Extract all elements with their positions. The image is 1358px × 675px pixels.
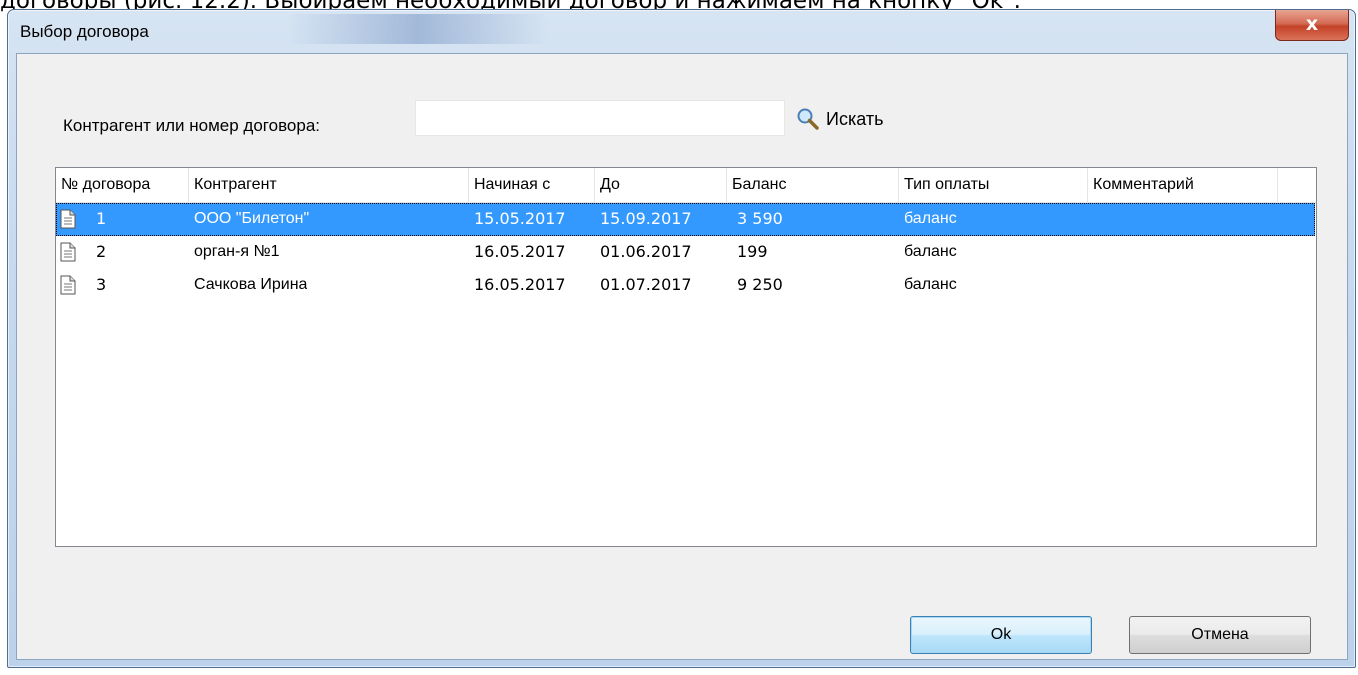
cell-balance: 3 590 xyxy=(737,209,783,228)
document-icon xyxy=(60,209,76,229)
table-row[interactable]: 1 ООО "Билетон" 15.05.2017 15.09.2017 3 … xyxy=(56,203,1315,236)
title-bar[interactable]: Выбор договора x xyxy=(8,10,1355,53)
cell-payment-type: баланс xyxy=(904,210,957,227)
cell-start-date: 16.05.2017 xyxy=(474,275,566,294)
column-header-end[interactable]: До xyxy=(595,168,727,202)
search-button-label: Искать xyxy=(826,108,884,129)
search-input[interactable] xyxy=(415,100,785,136)
cell-payment-type: баланс xyxy=(904,243,957,260)
column-header-balance[interactable]: Баланс xyxy=(727,168,899,202)
cell-payment-type: баланс xyxy=(904,276,957,293)
table-row[interactable]: 2 орган-я №1 16.05.2017 01.06.2017 199 б… xyxy=(56,236,1315,269)
cell-contractor: Сачкова Ирина xyxy=(194,276,308,293)
search-button[interactable]: Искать xyxy=(796,106,883,132)
cell-balance: 199 xyxy=(737,242,768,261)
cell-contractor: орган-я №1 xyxy=(194,243,280,260)
cell-end-date: 15.09.2017 xyxy=(600,209,692,228)
table-row[interactable]: 3 Сачкова Ирина 16.05.2017 01.07.2017 9 … xyxy=(56,269,1315,302)
cell-number: 3 xyxy=(96,275,107,294)
column-header-payment-type[interactable]: Тип оплаты xyxy=(899,168,1088,202)
cancel-button[interactable]: Отмена xyxy=(1129,616,1311,654)
document-icon xyxy=(60,242,76,262)
close-icon: x xyxy=(1305,13,1319,35)
cell-start-date: 15.05.2017 xyxy=(474,209,566,228)
title-bar-reflection xyxy=(288,14,548,44)
column-header-start[interactable]: Начиная с xyxy=(469,168,595,202)
close-button[interactable]: x xyxy=(1275,10,1349,41)
cell-end-date: 01.07.2017 xyxy=(600,275,692,294)
ok-button[interactable]: Ok xyxy=(910,616,1092,654)
cell-number: 1 xyxy=(96,209,107,228)
document-icon xyxy=(60,275,76,295)
column-header-filler xyxy=(1278,168,1315,202)
column-header-contractor[interactable]: Контрагент xyxy=(189,168,469,202)
table-header: № договора Контрагент Начиная с До Балан… xyxy=(56,168,1316,203)
dialog-window: Выбор договора x Контрагент или номер до… xyxy=(7,9,1356,668)
contracts-table[interactable]: № договора Контрагент Начиная с До Балан… xyxy=(55,167,1317,547)
window-title: Выбор договора xyxy=(20,22,149,41)
column-header-number[interactable]: № договора xyxy=(56,168,189,202)
cell-end-date: 01.06.2017 xyxy=(600,242,692,261)
cell-contractor: ООО "Билетон" xyxy=(194,210,310,227)
dialog-body: Контрагент или номер договора: Искать № … xyxy=(16,53,1348,660)
cell-balance: 9 250 xyxy=(737,275,783,294)
column-header-comment[interactable]: Комментарий xyxy=(1088,168,1278,202)
search-label: Контрагент или номер договора: xyxy=(63,116,321,135)
magnifier-icon xyxy=(797,108,819,130)
cell-start-date: 16.05.2017 xyxy=(474,242,566,261)
cell-number: 2 xyxy=(96,242,107,261)
